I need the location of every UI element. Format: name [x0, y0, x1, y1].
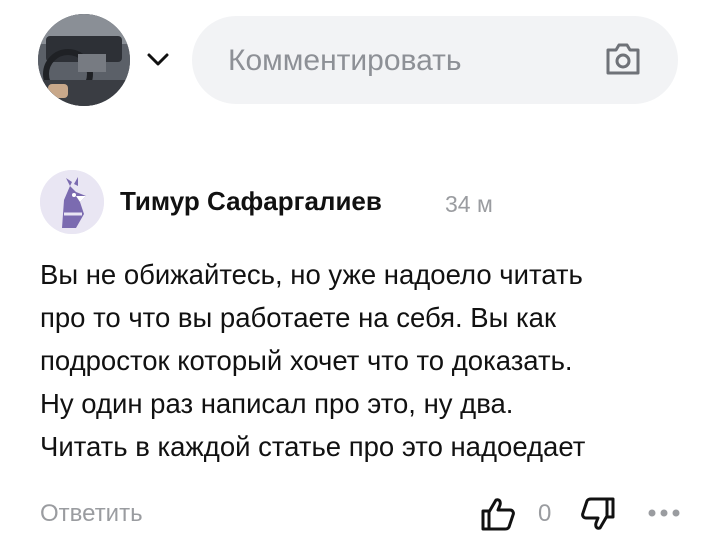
comment-line: про то что вы работаете на себя. Вы как	[40, 302, 557, 333]
comment-line: Вы не обижайтесь, но уже надоело читать	[40, 259, 583, 290]
like-count: 0	[538, 500, 552, 527]
user-avatar[interactable]	[38, 14, 130, 106]
comment-text: Вы не обижайтесь, но уже надоело читать …	[40, 253, 700, 468]
thumbs-up-icon[interactable]	[478, 494, 518, 534]
more-dots-icon[interactable]	[646, 506, 682, 520]
camera-icon[interactable]	[604, 40, 642, 78]
comment-input[interactable]: Комментировать	[192, 16, 678, 104]
comment-line: подросток который хочет что то доказать.	[40, 345, 573, 376]
author-name[interactable]: Тимур Сафаргалиев	[120, 186, 382, 217]
comment-time: 34 м	[445, 191, 493, 217]
comment-line: Читать в каждой статье про это надоедает	[40, 431, 586, 462]
reply-button[interactable]: Ответить	[40, 500, 143, 528]
comment-line: Ну один раз написал про это, ну два.	[40, 388, 514, 419]
thumbs-down-icon[interactable]	[578, 494, 618, 534]
chevron-down-icon[interactable]	[146, 52, 170, 68]
comment-placeholder: Комментировать	[228, 44, 462, 77]
parrot-avatar-icon	[40, 170, 104, 234]
author-avatar[interactable]	[40, 170, 104, 234]
